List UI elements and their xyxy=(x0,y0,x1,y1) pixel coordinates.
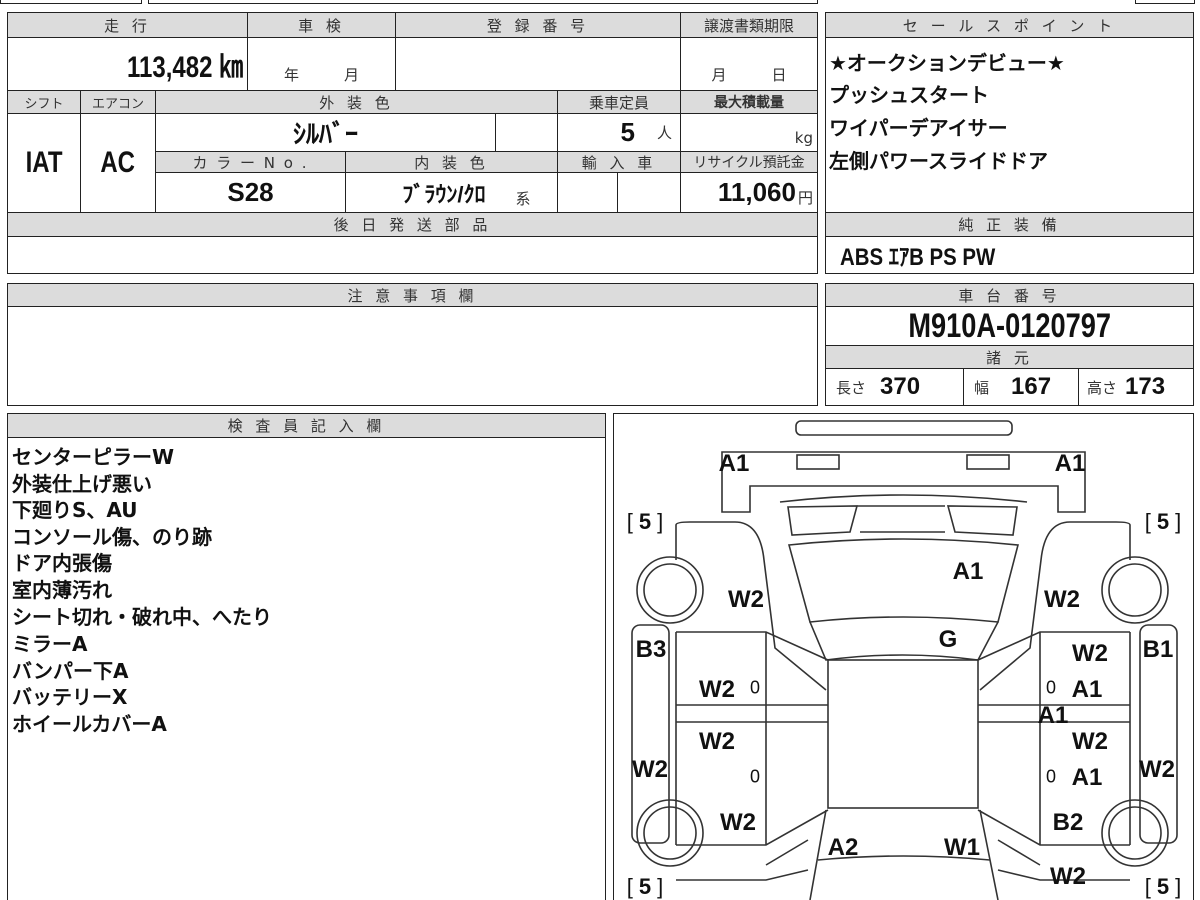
door-zero-mark: 0 xyxy=(1045,677,1057,698)
damage-mark: W2 xyxy=(632,756,668,783)
rear-bumper-shape xyxy=(721,451,1086,513)
car-outline-diagram xyxy=(631,420,1178,900)
damage-mark: B2 xyxy=(1052,809,1084,836)
rear-glass-shape xyxy=(779,494,1028,536)
auction-sheet: 走 行 車 検 登 録 番 号 譲渡書類期限 113,482 ㎞ 年月 月日 シ… xyxy=(0,0,1200,900)
damage-mark: A1 xyxy=(718,450,750,477)
tread-front-left: [5] xyxy=(626,874,664,899)
damage-mark: B3 xyxy=(635,636,667,663)
rear-bar-shape xyxy=(795,420,1013,436)
damage-mark: W2 xyxy=(699,728,735,755)
damage-mark: W1 xyxy=(944,834,980,861)
damage-mark: A1 xyxy=(1054,450,1086,477)
windshield-shape xyxy=(809,621,999,661)
damage-mark: A1 xyxy=(1037,702,1069,729)
damage-mark: W2 xyxy=(699,676,735,703)
tread-rear-left: [5] xyxy=(626,509,664,534)
tread-rear-right: [5] xyxy=(1144,509,1182,534)
rear-lamp-left xyxy=(796,454,840,470)
damage-mark: W2 xyxy=(720,809,756,836)
damage-mark: W2 xyxy=(1072,728,1108,755)
door-zero-mark: 0 xyxy=(1045,766,1057,787)
damage-mark: W2 xyxy=(1050,863,1086,890)
damage-mark: A1 xyxy=(1071,764,1103,791)
damage-mark: A1 xyxy=(1071,676,1103,703)
roof-shape xyxy=(787,538,1020,623)
damage-mark: W2 xyxy=(1139,756,1175,783)
damage-mark: B1 xyxy=(1142,636,1174,663)
damage-mark: W2 xyxy=(1044,586,1080,613)
damage-mark: W2 xyxy=(728,586,764,613)
damage-mark: A1 xyxy=(952,558,984,585)
tread-front-right: [5] xyxy=(1144,874,1182,899)
door-zero-mark: 0 xyxy=(749,677,761,698)
damage-mark: G xyxy=(938,626,958,653)
cabin-shape xyxy=(827,659,979,809)
damage-mark: A2 xyxy=(827,834,859,861)
rear-lamp-right xyxy=(966,454,1010,470)
door-zero-mark: 0 xyxy=(749,766,761,787)
damage-mark: W2 xyxy=(1072,640,1108,667)
